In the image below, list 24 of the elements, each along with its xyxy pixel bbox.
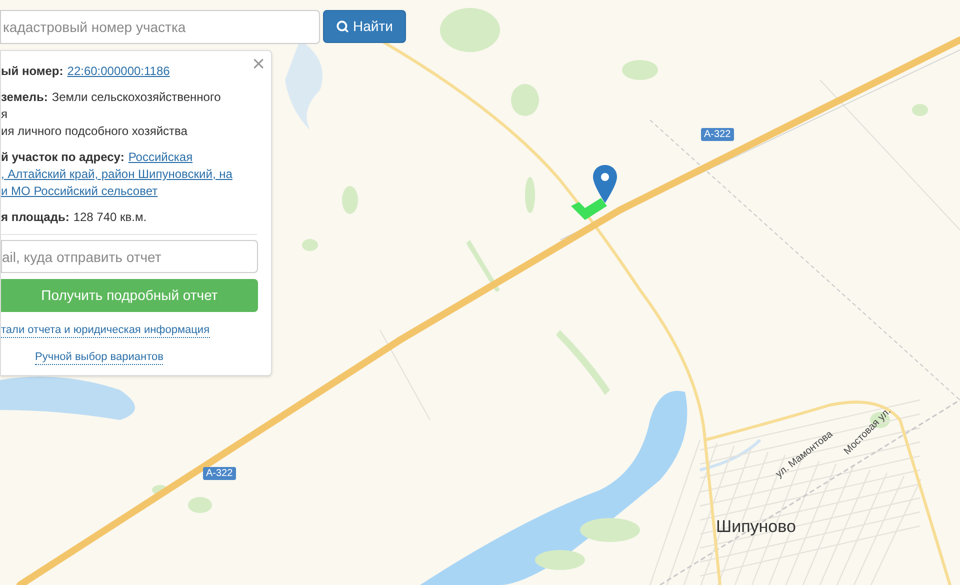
field-value: Земли сельскохозяйственного	[52, 89, 221, 106]
search-button[interactable]: Найти	[323, 10, 406, 43]
field-link[interactable]: 22:60:000000:1186	[67, 63, 170, 80]
search-icon	[336, 20, 349, 33]
search-field[interactable]: кадастровый номер участка	[0, 10, 320, 44]
field-value: ия личного подсобного хозяйства	[1, 123, 188, 140]
manual-choice-link[interactable]: Ручной выбор вариантов	[35, 351, 164, 365]
road-badge: А-322	[203, 467, 236, 480]
field-link[interactable]: Российская	[128, 149, 193, 166]
field-label: ый номер:	[1, 63, 64, 80]
email-field[interactable]: ail, куда отправить отчет	[1, 240, 258, 273]
field-value: я	[1, 106, 8, 123]
field-link[interactable]: и МО Российский сельсовет	[1, 183, 158, 200]
land-parcel-shape	[571, 196, 607, 220]
close-button[interactable]: ×	[252, 53, 265, 75]
map-pin-icon[interactable]	[593, 165, 617, 203]
legal-info-link[interactable]: тали отчета и юридическая информация	[1, 324, 210, 338]
field-label: й участок по адресу:	[1, 149, 124, 166]
field-label: земель:	[1, 89, 48, 106]
town-label: Шипуново	[716, 516, 796, 538]
field-label: я площадь:	[1, 209, 70, 226]
field-link[interactable]: , Алтайский край, район Шипуновский, на	[1, 166, 232, 183]
road-badge: А-322	[701, 128, 734, 141]
field-value: 128 740 кв.м.	[73, 209, 147, 226]
